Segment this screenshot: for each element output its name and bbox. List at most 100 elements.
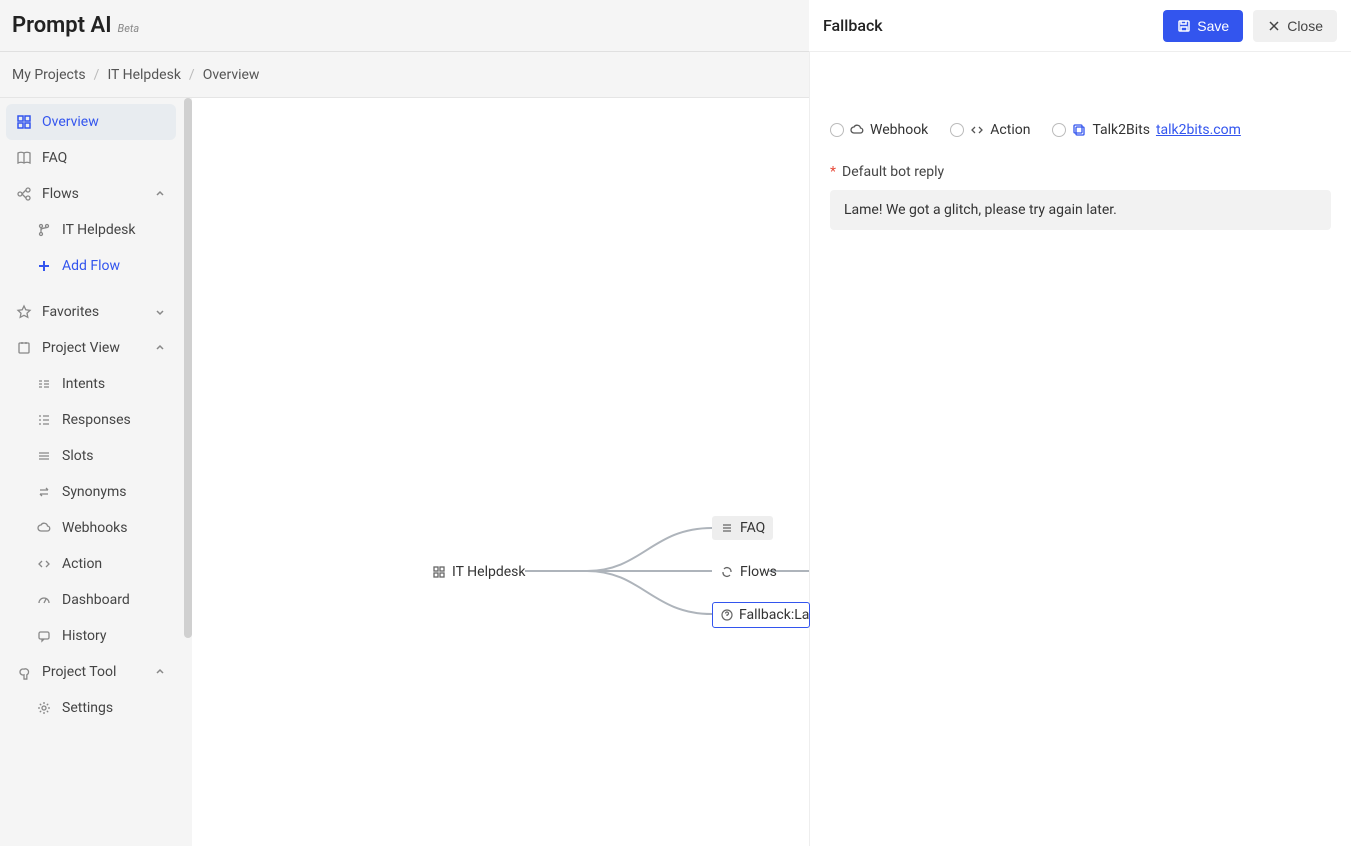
sidebar-item-webhooks[interactable]: Webhooks — [6, 510, 176, 546]
overview-icon — [16, 114, 32, 130]
sidebar-item-intents[interactable]: Intents — [6, 366, 176, 402]
sidebar-item-synonyms[interactable]: Synonyms — [6, 474, 176, 510]
sidebar-label: Favorites — [42, 304, 99, 320]
sidebar-item-responses[interactable]: Responses — [6, 402, 176, 438]
flow-node-flows[interactable]: Flows — [712, 560, 785, 584]
node-label: Flows — [740, 564, 777, 580]
responses-icon — [36, 412, 52, 428]
radio-webhook[interactable]: Webhook — [830, 122, 928, 138]
sidebar-label: Dashboard — [62, 592, 130, 608]
breadcrumb-project[interactable]: IT Helpdesk — [107, 67, 180, 83]
code-icon — [36, 556, 52, 572]
talk2bits-link[interactable]: talk2bits.com — [1156, 122, 1241, 138]
sidebar-label: Project View — [42, 340, 120, 356]
sidebar-label: Project Tool — [42, 664, 116, 680]
sidebar-label: History — [62, 628, 107, 644]
save-button[interactable]: Save — [1163, 10, 1243, 42]
sidebar-label: Synonyms — [62, 484, 127, 500]
synonyms-icon — [36, 484, 52, 500]
sidebar-item-slots[interactable]: Slots — [6, 438, 176, 474]
book-icon — [16, 150, 32, 166]
sidebar-item-dashboard[interactable]: Dashboard — [6, 582, 176, 618]
breadcrumb-root[interactable]: My Projects — [12, 67, 86, 83]
intents-icon — [36, 376, 52, 392]
required-mark: * — [830, 164, 836, 180]
radio-action[interactable]: Action — [950, 122, 1030, 138]
sidebar-flow-item[interactable]: IT Helpdesk — [6, 212, 176, 248]
sidebar-label: Webhooks — [62, 520, 128, 536]
flow-edges — [192, 98, 809, 846]
help-icon — [721, 608, 733, 622]
sidebar-add-flow[interactable]: Add Flow — [6, 248, 176, 284]
cloud-icon — [36, 520, 52, 536]
app-name: Prompt AI — [12, 13, 112, 38]
branch-icon — [36, 222, 52, 238]
list-icon — [720, 521, 734, 535]
gauge-icon — [36, 592, 52, 608]
default-reply-input[interactable]: Lame! We got a glitch, please try again … — [830, 190, 1331, 230]
radio-label: Action — [990, 122, 1030, 138]
radio-icon — [830, 123, 844, 137]
sidebar-item-history[interactable]: History — [6, 618, 176, 654]
cycle-icon — [720, 565, 734, 579]
field-label: *Default bot reply — [830, 164, 1331, 180]
flow-node-root[interactable]: IT Helpdesk — [424, 560, 533, 584]
panel-title: Fallback — [823, 16, 1153, 35]
star-icon — [16, 304, 32, 320]
sidebar-item-faq[interactable]: FAQ — [6, 140, 176, 176]
sidebar-item-action[interactable]: Action — [6, 546, 176, 582]
node-label: FAQ — [740, 520, 765, 536]
node-label: IT Helpdesk — [452, 564, 525, 580]
save-icon — [1177, 19, 1191, 33]
sidebar-label: Overview — [42, 114, 99, 130]
chevron-down-icon — [154, 306, 166, 318]
button-label: Close — [1287, 18, 1323, 34]
button-label: Save — [1197, 18, 1229, 34]
sidebar-label: Action — [62, 556, 102, 572]
project-icon — [16, 340, 32, 356]
talk2bits-icon — [1072, 123, 1086, 137]
response-type-radios: Webhook Action Talk2Bits talk2bits.com — [830, 122, 1331, 138]
sidebar-label: Settings — [62, 700, 113, 716]
sidebar-item-favorites[interactable]: Favorites — [6, 294, 176, 330]
flow-canvas[interactable]: IT Helpdesk FAQ Flows Fallback:Lame! We … — [192, 98, 809, 846]
panel-body: Webhook Action Talk2Bits talk2bits.com — [810, 104, 1351, 248]
close-button[interactable]: Close — [1253, 10, 1337, 42]
chat-icon — [36, 628, 52, 644]
cloud-icon — [850, 123, 864, 137]
plus-icon — [36, 258, 52, 274]
sidebar-label: Add Flow — [62, 258, 120, 274]
panel-header: Fallback Save Close — [809, 0, 1351, 52]
sidebar-item-overview[interactable]: Overview — [6, 104, 176, 140]
side-panel: Fallback Save Close Webhook — [809, 52, 1351, 846]
grid-icon — [432, 565, 446, 579]
sidebar-label: FAQ — [42, 150, 67, 166]
sidebar-item-project-tool[interactable]: Project Tool — [6, 654, 176, 690]
chevron-up-icon — [154, 188, 166, 200]
flow-node-faq[interactable]: FAQ — [712, 516, 773, 540]
app-logo: Prompt AI Beta — [12, 13, 139, 38]
node-label: Fallback:Lame! We got a glitch, please t… — [739, 607, 810, 623]
close-icon — [1267, 19, 1281, 33]
chevron-up-icon — [154, 666, 166, 678]
sidebar-label: IT Helpdesk — [62, 222, 135, 238]
flow-node-fallback[interactable]: Fallback:Lame! We got a glitch, please t… — [712, 602, 810, 628]
radio-talk2bits[interactable]: Talk2Bits talk2bits.com — [1052, 122, 1240, 138]
sidebar-label: Slots — [62, 448, 94, 464]
slots-icon — [36, 448, 52, 464]
sidebar-label: Flows — [42, 186, 79, 202]
gear-icon — [36, 700, 52, 716]
tool-icon — [16, 664, 32, 680]
sidebar-item-settings[interactable]: Settings — [6, 690, 176, 726]
radio-label: Webhook — [870, 122, 928, 138]
breadcrumb-page: Overview — [203, 67, 260, 83]
breadcrumb: My Projects / IT Helpdesk / Overview — [0, 52, 809, 98]
sidebar-scrollbar[interactable] — [184, 98, 192, 638]
code-icon — [970, 123, 984, 137]
radio-label: Talk2Bits — [1092, 122, 1150, 138]
sidebar-item-flows[interactable]: Flows — [6, 176, 176, 212]
beta-badge: Beta — [118, 22, 140, 35]
sidebar-label: Responses — [62, 412, 131, 428]
sidebar: Overview FAQ Flows IT Helpdesk — [0, 98, 182, 846]
sidebar-item-project-view[interactable]: Project View — [6, 330, 176, 366]
